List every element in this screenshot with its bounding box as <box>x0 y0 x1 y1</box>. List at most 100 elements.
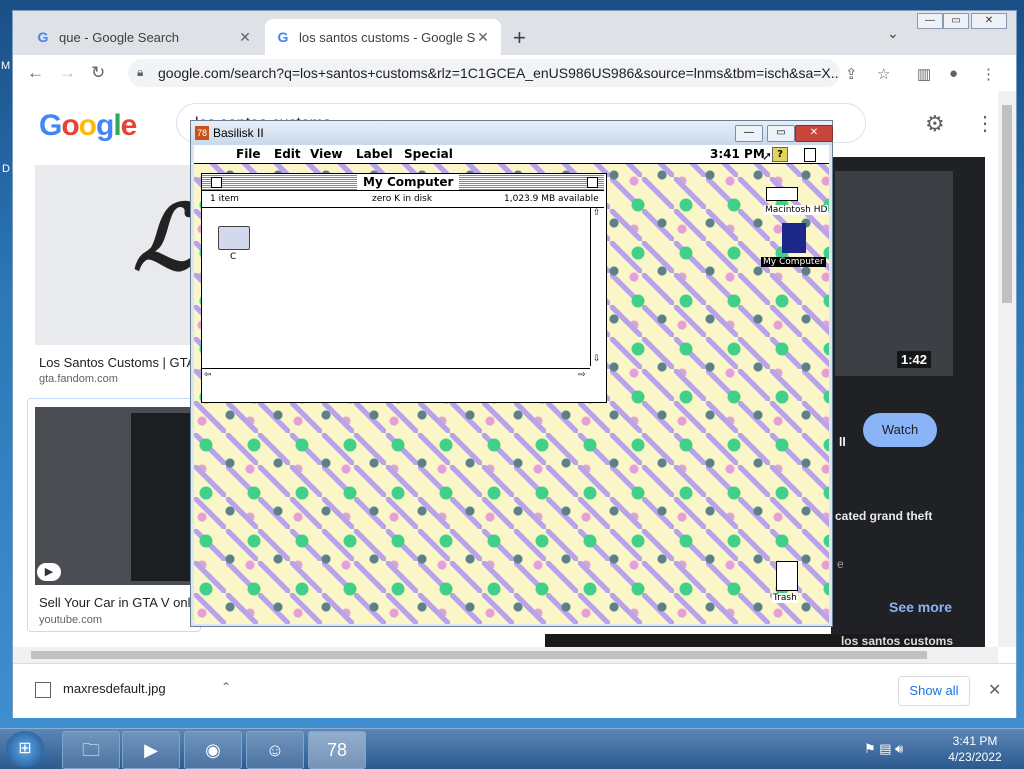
download-shelf: maxresdefault.jpg ⌃ Show all ✕ <box>13 663 1016 718</box>
media-player-taskbar-icon[interactable]: ▶ <box>122 731 180 769</box>
hard-disk-label[interactable]: Macintosh HD <box>764 205 829 215</box>
trash-icon[interactable] <box>776 561 798 591</box>
tab-title: que - Google Search <box>59 29 179 45</box>
result-title[interactable]: Sell Your Car in GTA V onlin <box>39 595 201 610</box>
scroll-up-arrow-icon[interactable]: ⇧ <box>593 208 601 219</box>
chrome-menu-icon[interactable]: ⋮ <box>981 65 996 83</box>
desktop-icon-label-partial[interactable]: M <box>1 60 10 72</box>
tab-los-santos-search[interactable]: G los santos customs - Google Search ✕ <box>265 19 501 55</box>
back-button[interactable]: ← <box>27 63 44 83</box>
close-shelf-button[interactable]: ✕ <box>988 680 1001 700</box>
folder-icon[interactable] <box>218 226 250 250</box>
finder-window-title: My Computer <box>357 174 460 190</box>
page-horizontal-scrollbar[interactable] <box>13 647 998 663</box>
scrollbar-thumb[interactable] <box>1002 105 1012 303</box>
share-icon[interactable]: ⇪ <box>845 65 858 83</box>
forward-button[interactable]: → <box>59 63 76 83</box>
menu-clock[interactable]: 3:41 PM <box>710 147 765 161</box>
finder-horizontal-scrollbar[interactable]: ⇦ ⇨ <box>202 368 590 382</box>
close-box[interactable] <box>211 177 222 188</box>
finder-info-bar: 1 item zero K in disk 1,023.9 MB availab… <box>202 191 604 208</box>
close-window-button[interactable]: ✕ <box>795 125 833 142</box>
taskbar-clock[interactable]: 3:41 PM 4/23/2022 <box>940 733 1010 765</box>
profile-avatar-icon[interactable]: ● <box>949 65 958 82</box>
system-tray-icons[interactable]: ⚑ ▤ 🔊︎ <box>864 741 903 757</box>
scroll-down-arrow-icon[interactable]: ⇩ <box>593 354 601 365</box>
minimize-button[interactable]: — <box>735 125 763 142</box>
chevron-up-icon[interactable]: ⌃ <box>221 680 231 694</box>
clock-time: 3:41 PM <box>952 734 998 748</box>
address-bar-row: ← → ↻ google.com/search?q=los+santos+cus… <box>13 55 1016 92</box>
video-description: cated grand theft <box>835 509 933 523</box>
start-button[interactable]: ⊞ <box>6 731 44 767</box>
logo-letter: G <box>39 109 62 142</box>
logo-letter: l <box>113 109 121 142</box>
watch-button[interactable]: Watch <box>863 413 937 447</box>
see-more-link[interactable]: See more <box>889 599 952 615</box>
maximize-button[interactable]: ▭ <box>943 13 969 29</box>
my-computer-icon[interactable] <box>782 223 806 253</box>
clock-date: 4/23/2022 <box>948 750 1002 764</box>
hard-disk-icon[interactable] <box>766 187 798 201</box>
lock-icon[interactable]: 🔒︎ <box>137 65 143 80</box>
page-vertical-scrollbar[interactable] <box>998 91 1016 647</box>
finder-vertical-scrollbar[interactable]: ⇧ ⇩ <box>590 208 604 366</box>
settings-gear-icon[interactable]: ⚙ <box>925 111 945 137</box>
video-duration-badge: 1:42 <box>897 351 932 368</box>
scroll-right-arrow-icon[interactable]: ⇨ <box>578 370 586 381</box>
my-computer-label[interactable]: My Computer <box>761 257 826 267</box>
bookmark-star-icon[interactable]: ☆ <box>877 65 890 83</box>
tab-search-chevron-icon[interactable]: ⌄ <box>887 25 899 42</box>
disk-usage: zero K in disk <box>372 194 433 204</box>
disk-available: 1,023.9 MB available <box>504 194 599 204</box>
download-file-name[interactable]: maxresdefault.jpg <box>63 681 166 696</box>
google-logo[interactable]: Google <box>39 109 137 143</box>
video-thumbnail[interactable] <box>835 171 953 376</box>
logo-letter: o <box>78 109 97 142</box>
mac-menu-bar: File Edit View Label Special 3:41 PM ➚ ? <box>194 145 829 164</box>
item-count: 1 item <box>210 194 239 204</box>
menu-special[interactable]: Special <box>404 147 453 161</box>
trash-label[interactable]: Trash <box>772 593 798 603</box>
show-all-button[interactable]: Show all <box>898 676 970 706</box>
scrollbar-thumb[interactable] <box>31 651 927 659</box>
help-balloon-icon[interactable]: ? <box>772 147 788 162</box>
finder-content: C <box>202 208 590 368</box>
finder-titlebar[interactable]: My Computer <box>202 174 604 191</box>
close-tab-icon[interactable]: ✕ <box>475 29 491 46</box>
menu-label[interactable]: Label <box>356 147 393 161</box>
los-santos-logo-image: ℒ <box>133 189 198 289</box>
desktop-icon-label-partial[interactable]: D <box>2 163 10 175</box>
menu-view[interactable]: View <box>310 147 342 161</box>
side-panel-icon[interactable]: ▥ <box>917 65 931 83</box>
chrome-taskbar-icon[interactable]: ◉ <box>184 731 242 769</box>
explorer-taskbar-icon[interactable]: 🗀 <box>62 731 120 769</box>
url-input[interactable]: google.com/search?q=los+santos+customs&r… <box>128 59 840 87</box>
scroll-left-arrow-icon[interactable]: ⇦ <box>204 370 212 381</box>
tab-title: los santos customs - Google Search <box>299 29 475 45</box>
windows-taskbar: ⊞ 🗀 ▶ ◉ ☺ 78 ⚑ ▤ 🔊︎ 3:41 PM 4/23/2022 <box>0 728 1024 769</box>
result-source[interactable]: gta.fandom.com <box>39 373 118 385</box>
menu-file[interactable]: File <box>236 147 261 161</box>
basilisk-titlebar[interactable]: 78 Basilisk II — ▭ ✕ <box>191 121 833 145</box>
new-tab-button[interactable]: + <box>513 25 526 51</box>
close-tab-icon[interactable]: ✕ <box>237 29 253 46</box>
minimize-button[interactable]: — <box>917 13 943 29</box>
result-title[interactable]: Los Santos Customs | GTA <box>39 355 195 370</box>
result-source[interactable]: youtube.com <box>39 614 102 626</box>
reload-button[interactable]: ↻ <box>91 63 105 83</box>
menu-edit[interactable]: Edit <box>274 147 301 161</box>
tab-que-search[interactable]: G que - Google Search ✕ <box>25 19 263 55</box>
maximize-button[interactable]: ▭ <box>767 125 795 142</box>
window-title: Basilisk II <box>213 126 264 140</box>
related-images-strip[interactable]: los santos customs <box>545 634 953 647</box>
basilisk-app-icon: 78 <box>195 126 209 140</box>
basilisk-taskbar-icon[interactable]: 78 <box>308 731 366 769</box>
google-apps-icon[interactable]: ⋮⋮ <box>975 111 998 136</box>
users-taskbar-icon[interactable]: ☺ <box>246 731 304 769</box>
game-menu-screenshot <box>131 413 195 581</box>
close-window-button[interactable]: ✕ <box>971 13 1007 29</box>
application-menu-icon[interactable] <box>804 148 816 162</box>
zoom-box[interactable] <box>587 177 598 188</box>
folder-label[interactable]: C <box>230 252 236 262</box>
